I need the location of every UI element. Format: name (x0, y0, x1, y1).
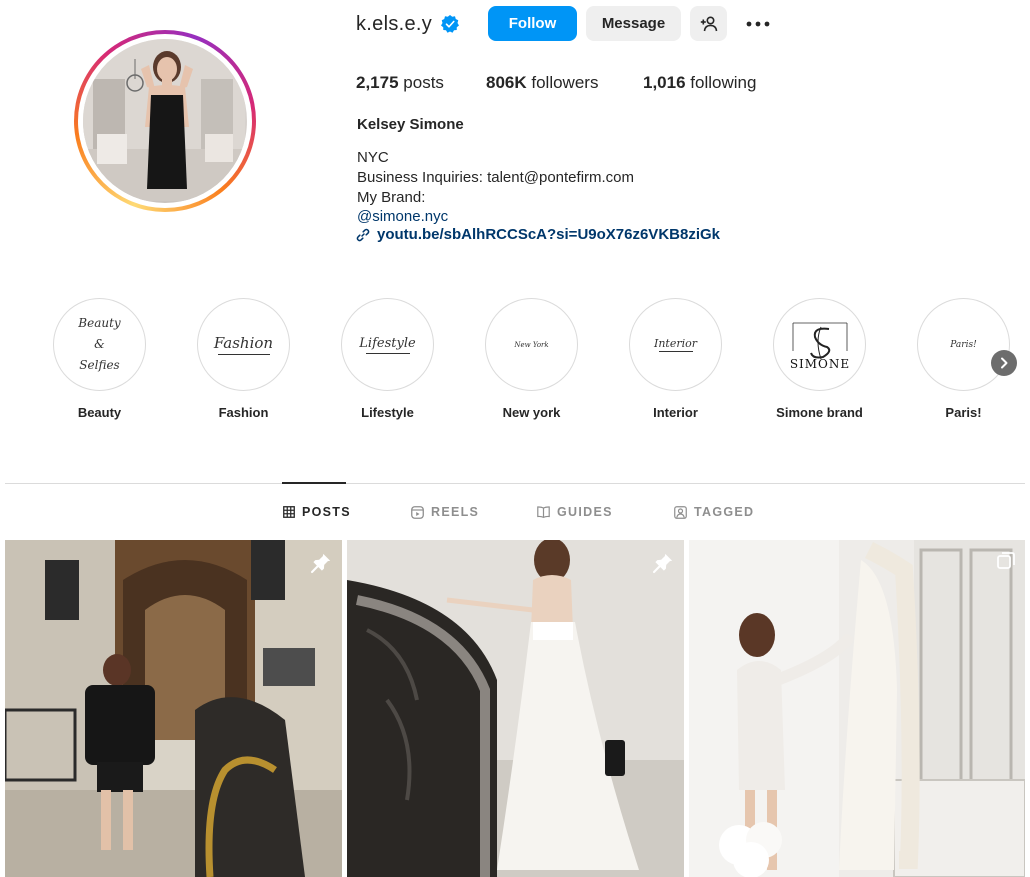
cover-underline (217, 354, 270, 355)
highlight-label: Interior (653, 405, 698, 420)
highlight-cover: SIMONE (773, 298, 866, 391)
bio-line: Business Inquiries: talent@pontefirm.com (357, 168, 635, 186)
tab-guides[interactable]: GUIDES (537, 505, 613, 519)
highlight-fashion[interactable]: Fashion Fashion (197, 298, 290, 420)
post-tile[interactable] (689, 540, 1025, 877)
tagged-icon (674, 505, 687, 519)
bio-link-text: youtu.be/sbAlhRCCScA?si=U9oX76z6VKB8ziGk (377, 226, 721, 243)
cover-text: Interior (653, 337, 698, 350)
highlight-label: Simone brand (776, 405, 863, 420)
carousel-icon (997, 552, 1015, 569)
highlight-new-york[interactable]: New York New york (485, 298, 578, 420)
tabs-divider (5, 483, 1025, 484)
link-icon (356, 228, 370, 241)
cover-text: Paris! (950, 339, 977, 350)
more-options-button[interactable] (740, 6, 776, 41)
highlight-cover-art: Paris! (921, 302, 1006, 387)
post-photo (689, 540, 1025, 877)
add-user-icon (700, 15, 717, 31)
post-tile[interactable] (347, 540, 684, 877)
highlight-beauty[interactable]: Beauty & Selfies Beauty (53, 298, 146, 420)
tab-reels[interactable]: REELS (411, 505, 479, 519)
cover-text: & (94, 337, 105, 351)
profile-avatar-ring[interactable] (74, 30, 256, 212)
highlights-next-button[interactable] (991, 350, 1017, 376)
svg-text:SIMONE: SIMONE (789, 357, 849, 369)
tab-tagged[interactable]: TAGGED (674, 505, 754, 519)
post-photo (5, 540, 342, 877)
bio: NYC Business Inquiries: talent@pontefirm… (357, 148, 634, 227)
grid-icon (283, 506, 295, 518)
avatar-inner (78, 34, 252, 208)
tab-label: POSTS (302, 505, 351, 519)
highlight-label: Beauty (77, 405, 122, 420)
highlight-cover: Lifestyle (341, 298, 434, 391)
highlight-cover-art: Fashion (201, 302, 286, 387)
reels-icon (411, 505, 424, 519)
cover-text: New York (514, 340, 549, 349)
message-button[interactable]: Message (586, 6, 681, 41)
follow-button[interactable]: Follow (488, 6, 577, 41)
cover-text: Beauty (78, 316, 121, 330)
highlight-cover: Paris! (917, 298, 1010, 391)
bio-line: My Brand: (357, 188, 426, 206)
highlight-interior[interactable]: Interior Interior (629, 298, 722, 420)
highlight-label: New york (502, 405, 561, 420)
cover-underline (365, 352, 410, 354)
cover-text: Fashion (213, 334, 274, 352)
bio-external-link[interactable]: youtu.be/sbAlhRCCScA?si=U9oX76z6VKB8ziGk (356, 226, 720, 243)
verified-badge-icon (441, 15, 460, 33)
post-photo (347, 540, 684, 877)
username: k.els.e.y (356, 12, 433, 35)
bio-line: NYC (357, 149, 389, 166)
post-tile[interactable] (5, 540, 342, 877)
highlight-lifestyle[interactable]: Lifestyle Lifestyle (341, 298, 434, 420)
cover-text: Lifestyle (359, 335, 416, 351)
guides-icon (537, 506, 550, 518)
highlight-cover-art: New York (489, 302, 574, 387)
active-tab-indicator (282, 482, 346, 484)
full-name: Kelsey Simone (357, 116, 464, 133)
highlight-cover-art: Lifestyle (345, 302, 430, 387)
highlight-cover: Interior (629, 298, 722, 391)
bio-mention-link[interactable]: @simone.nyc (357, 207, 634, 227)
pin-icon (310, 553, 331, 574)
avatar-photo (83, 39, 245, 201)
highlight-simone-brand[interactable]: SIMONE Simone brand (773, 298, 866, 420)
following-link[interactable]: 1,016 following (643, 73, 756, 93)
highlight-label: Lifestyle (361, 405, 414, 420)
highlight-cover-art: SIMONE (777, 302, 862, 387)
highlight-cover-art: Beauty & Selfies (57, 302, 142, 387)
tab-posts[interactable]: POSTS (283, 505, 351, 519)
highlight-cover: New York (485, 298, 578, 391)
tab-label: GUIDES (557, 505, 613, 519)
cover-underline (658, 351, 693, 352)
profile-avatar[interactable] (83, 39, 247, 203)
simone-logo-icon: SIMONE (789, 322, 849, 369)
chevron-right-icon (1001, 357, 1008, 369)
highlight-cover: Beauty & Selfies (53, 298, 146, 391)
highlight-cover: Fashion (197, 298, 290, 391)
highlight-cover-art: Interior (633, 302, 718, 387)
pin-icon (652, 553, 673, 574)
suggested-users-button[interactable] (690, 6, 727, 41)
highlight-label: Fashion (218, 405, 269, 420)
followers-link[interactable]: 806K followers (486, 73, 598, 93)
posts-count: 2,175 posts (356, 73, 444, 92)
tab-label: REELS (431, 505, 480, 519)
more-dots-icon (746, 21, 770, 26)
username-row: k.els.e.y (356, 6, 460, 42)
tab-label: TAGGED (694, 505, 755, 519)
cover-text: Selfies (79, 358, 120, 372)
highlight-label: Paris! (945, 405, 982, 420)
